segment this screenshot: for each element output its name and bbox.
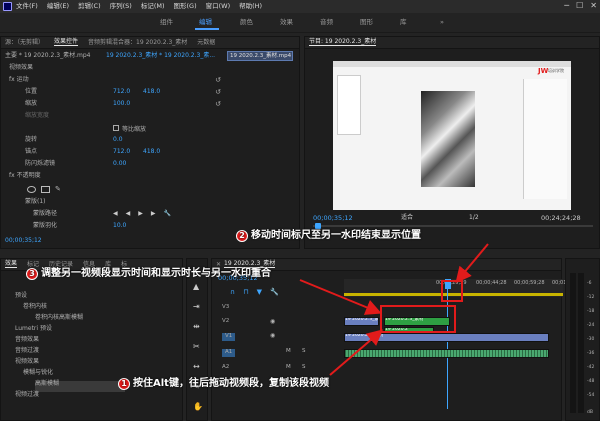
annotation-step-3: 3 调整另一视频段显示时间和显示时长与另一水印重合 — [26, 268, 271, 280]
annotation-arrows — [299, 243, 489, 376]
annotation-step-1: 1 按住Alt键，往后拖动视频段，复制该段视频 — [118, 378, 329, 390]
annotation-step-2: 2 移动时间标尺至另一水印结束显示位置 — [236, 230, 421, 242]
